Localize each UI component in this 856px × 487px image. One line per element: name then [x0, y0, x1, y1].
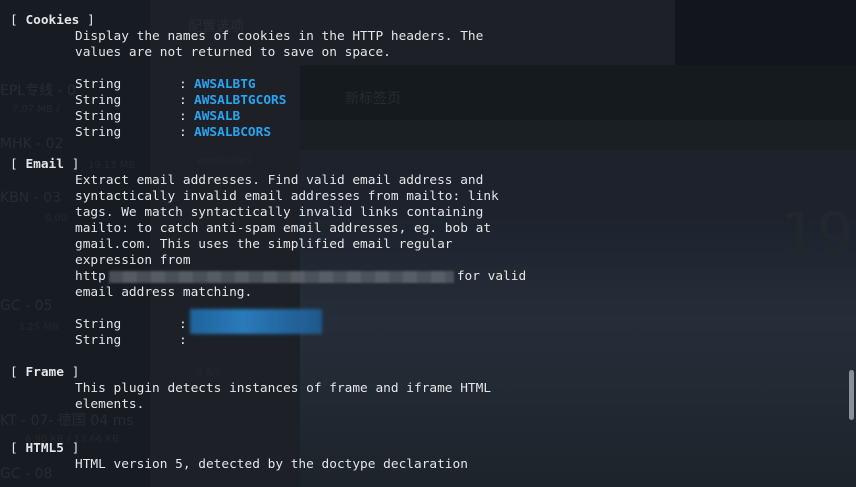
redacted-email [190, 309, 322, 334]
plugin-name: HTML5 [25, 441, 64, 456]
plugin-description: syntactically invalid email addresses fr… [75, 189, 499, 204]
field-value: AWSALB [194, 109, 241, 124]
plugin-name: Cookies [25, 13, 80, 28]
plugin-description: mailto: to catch anti-spam email address… [75, 221, 492, 236]
plugin-field: String: [75, 333, 187, 348]
plugin-description-url-line: http for valid [75, 269, 527, 284]
plugin-field: String: [0, 309, 845, 334]
plugin-description: expression from [75, 253, 191, 268]
plugin-header-html5: [ HTML5 ] [10, 441, 80, 456]
plugin-header-frame: [ Frame ] [10, 365, 80, 380]
scrollbar-thumb[interactable] [849, 370, 854, 420]
plugin-description: tags. We match syntactically invalid lin… [75, 205, 484, 220]
plugin-description: Extract email addresses. Find valid emai… [75, 173, 484, 188]
plugin-field: String: AWSALBTGCORS [75, 93, 287, 108]
plugin-field: String: AWSALBTG [75, 77, 256, 92]
plugin-description: elements. [75, 397, 145, 412]
field-value: AWSALBCORS [194, 125, 272, 140]
terminal-output: [ Cookies ] Display the names of cookies… [0, 13, 845, 473]
plugin-name: Email [25, 157, 64, 172]
plugin-description: Display the names of cookies in the HTTP… [75, 29, 484, 44]
field-value: AWSALBTG [194, 77, 256, 92]
field-value: AWSALBTGCORS [194, 93, 287, 108]
plugin-description: HTML version 5, detected by the doctype … [75, 457, 468, 472]
plugin-description: values are not returned to save on space… [75, 45, 391, 60]
plugin-name: Frame [25, 365, 64, 380]
plugin-field: String: AWSALB [75, 109, 241, 124]
plugin-header-email: [ Email ] [10, 157, 80, 172]
terminal-scrollbar[interactable] [848, 0, 856, 487]
plugin-description: email address matching. [75, 285, 253, 300]
redacted-url [108, 270, 454, 283]
plugin-description: This plugin detects instances of frame a… [75, 381, 492, 396]
plugin-field: String: AWSALBCORS [75, 125, 272, 140]
plugin-header-cookies: [ Cookies ] [10, 13, 95, 28]
plugin-description: gmail.com. This uses the simplified emai… [75, 237, 453, 252]
